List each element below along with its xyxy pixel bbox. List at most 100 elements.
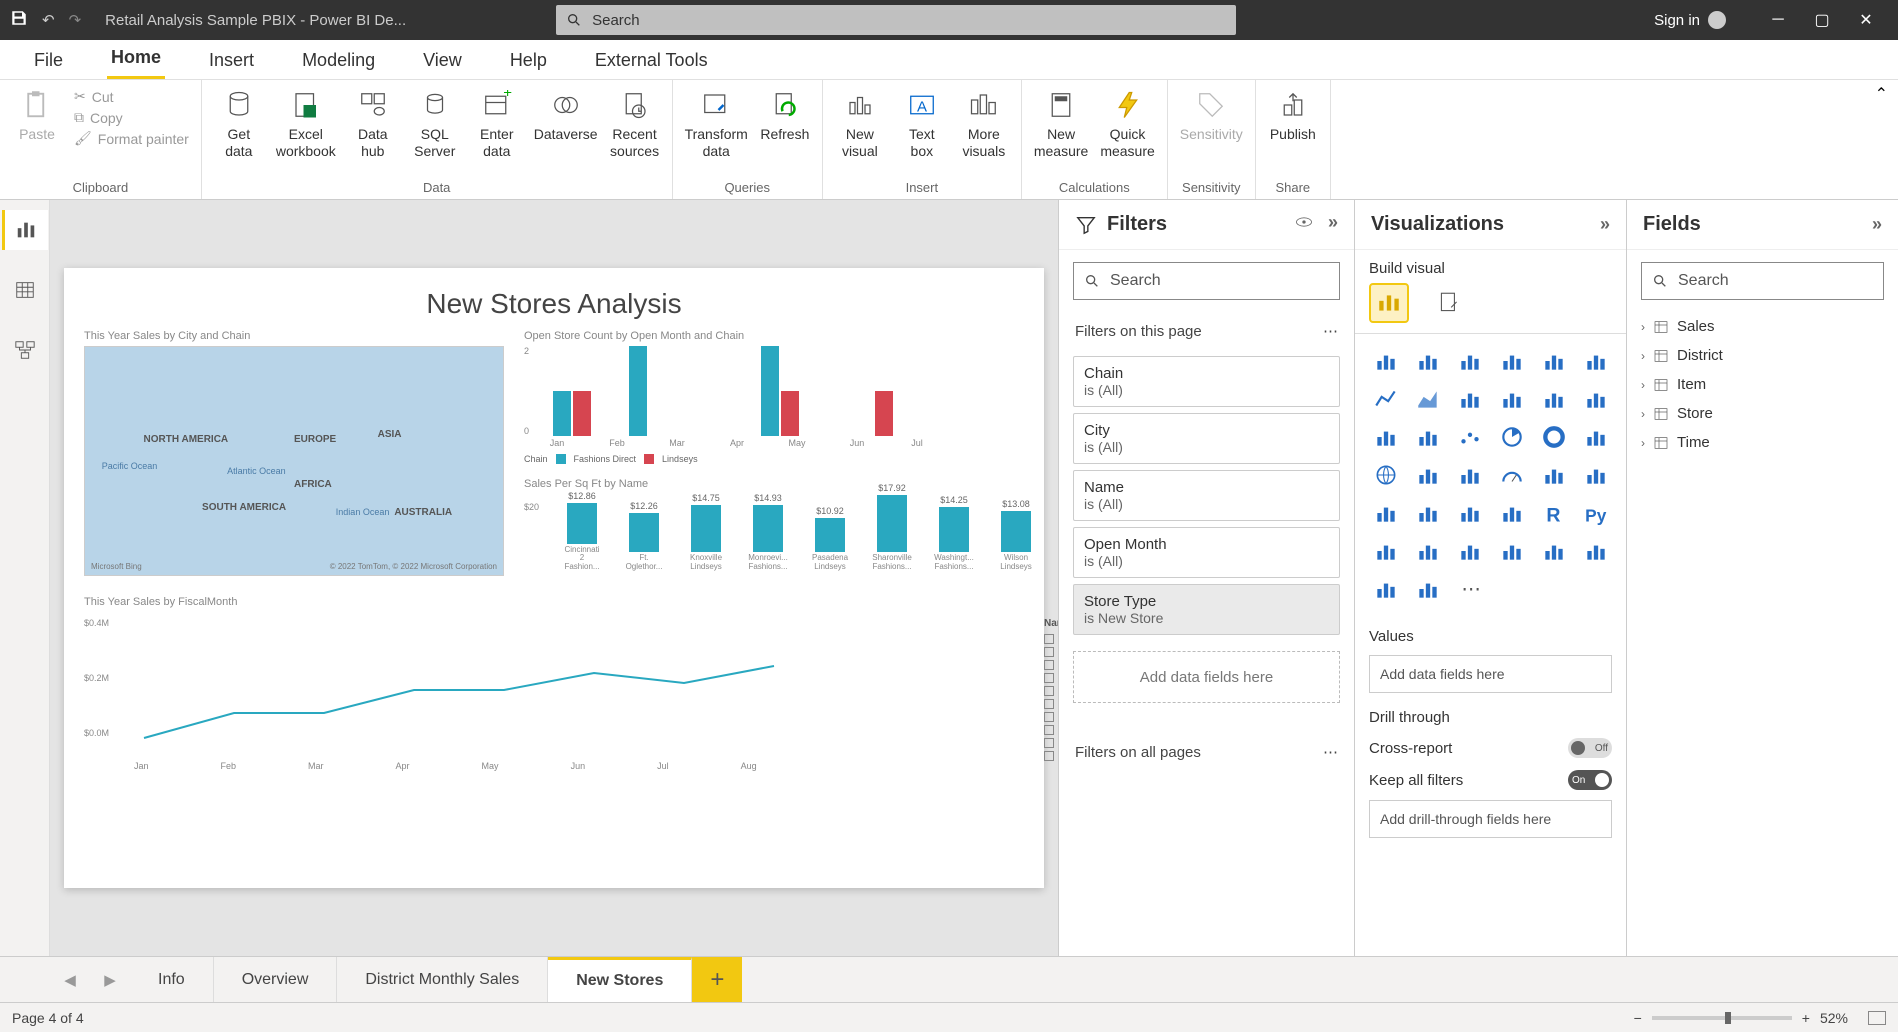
viz-type-gauge[interactable] — [1495, 460, 1529, 490]
format-painter-button[interactable]: 🖌Format painter — [74, 130, 189, 147]
publish-button[interactable]: Publish — [1268, 88, 1318, 143]
field-table-district[interactable]: ›District — [1627, 341, 1898, 370]
quick-measure-button[interactable]: Quick measure — [1100, 88, 1154, 160]
collapse-ribbon-button[interactable]: ⌃ — [1865, 80, 1898, 199]
viz-type-stacked-bar[interactable] — [1369, 346, 1403, 376]
viz-type-waterfall[interactable] — [1369, 422, 1403, 452]
page-tab-info[interactable]: Info — [130, 957, 214, 1002]
tab-modeling[interactable]: Modeling — [298, 44, 379, 79]
viz-type-card[interactable] — [1537, 460, 1571, 490]
refresh-button[interactable]: Refresh — [760, 88, 810, 143]
viz-type-matrix[interactable] — [1495, 498, 1529, 528]
viz-type-scatter[interactable] — [1453, 422, 1487, 452]
collapse-fields-icon[interactable]: » — [1872, 214, 1882, 235]
viz-type-kpi[interactable] — [1369, 498, 1403, 528]
cross-report-toggle[interactable]: Off — [1568, 738, 1612, 758]
cut-button[interactable]: ✂Cut — [74, 88, 189, 105]
next-page-button[interactable]: ▶ — [90, 957, 130, 1002]
viz-type-app-source[interactable] — [1411, 574, 1445, 604]
keep-filters-toggle[interactable]: On — [1568, 770, 1612, 790]
new-visual-button[interactable]: New visual — [835, 88, 885, 160]
maximize-button[interactable]: ▢ — [1800, 10, 1844, 30]
collapse-filters-icon[interactable]: » — [1328, 212, 1338, 237]
filter-card-name[interactable]: Nameis (All) — [1073, 470, 1340, 521]
dataverse-button[interactable]: Dataverse — [534, 88, 598, 143]
filter-card-store-type[interactable]: Store Typeis New Store — [1073, 584, 1340, 635]
text-box-button[interactable]: AText box — [897, 88, 947, 160]
viz-type-stacked-column[interactable] — [1453, 346, 1487, 376]
eye-icon[interactable] — [1294, 212, 1314, 237]
data-hub-button[interactable]: Data hub — [348, 88, 398, 160]
viz-type-ribbon[interactable] — [1579, 384, 1613, 414]
viz-type-azure-map[interactable] — [1453, 460, 1487, 490]
viz-type-python[interactable]: Py — [1579, 498, 1613, 528]
get-data-button[interactable]: Get data — [214, 88, 264, 160]
new-measure-button[interactable]: New measure — [1034, 88, 1088, 160]
filter-card-chain[interactable]: Chainis (All) — [1073, 356, 1340, 407]
fit-page-button[interactable] — [1868, 1011, 1886, 1025]
viz-type-map[interactable] — [1369, 460, 1403, 490]
values-dropzone[interactable]: Add data fields here — [1369, 655, 1612, 693]
zoom-slider[interactable] — [1652, 1016, 1792, 1020]
tab-home[interactable]: Home — [107, 41, 165, 79]
tab-file[interactable]: File — [30, 44, 67, 79]
report-canvas-area[interactable]: New Stores Analysis This Year Sales by C… — [50, 200, 1058, 956]
sensitivity-button[interactable]: Sensitivity — [1180, 88, 1243, 143]
viz-type-line-col[interactable] — [1495, 384, 1529, 414]
viz-type-narrative[interactable] — [1495, 536, 1529, 566]
fields-search[interactable]: Search — [1641, 262, 1884, 300]
viz-type-more[interactable]: ⋯ — [1453, 574, 1487, 604]
viz-type-r[interactable]: R — [1537, 498, 1571, 528]
format-mode-button[interactable] — [1429, 283, 1469, 323]
recent-sources-button[interactable]: Recent sources — [610, 88, 660, 160]
zoom-in-button[interactable]: + — [1802, 1010, 1810, 1026]
filter-card-open-month[interactable]: Open Monthis (All) — [1073, 527, 1340, 578]
page-tab-new-stores[interactable]: New Stores — [548, 957, 692, 1002]
data-view-button[interactable] — [2, 270, 48, 310]
viz-type-100-bar[interactable] — [1537, 346, 1571, 376]
add-page-button[interactable]: + — [692, 957, 742, 1002]
minimize-button[interactable]: ─ — [1756, 11, 1800, 29]
prev-page-button[interactable]: ◀ — [50, 957, 90, 1002]
viz-type-qa[interactable] — [1453, 536, 1487, 566]
more-visuals-button[interactable]: More visuals — [959, 88, 1009, 160]
viz-type-paginated[interactable] — [1537, 536, 1571, 566]
drill-dropzone[interactable]: Add drill-through fields here — [1369, 800, 1612, 838]
viz-type-clustered-bar[interactable] — [1411, 346, 1445, 376]
viz-type-100-column[interactable] — [1579, 346, 1613, 376]
viz-type-pie[interactable] — [1495, 422, 1529, 452]
transform-data-button[interactable]: Transform data — [685, 88, 748, 160]
excel-button[interactable]: Excel workbook — [276, 88, 336, 160]
model-view-button[interactable] — [2, 330, 48, 370]
collapse-viz-icon[interactable]: » — [1600, 214, 1610, 235]
viz-type-multi-card[interactable] — [1579, 460, 1613, 490]
redo-icon[interactable]: ↷ — [69, 11, 82, 29]
viz-type-funnel[interactable] — [1411, 422, 1445, 452]
field-table-sales[interactable]: ›Sales — [1627, 312, 1898, 341]
filters-search[interactable]: Search — [1073, 262, 1340, 300]
field-table-time[interactable]: ›Time — [1627, 428, 1898, 457]
page-tab-district[interactable]: District Monthly Sales — [337, 957, 548, 1002]
enter-data-button[interactable]: +Enter data — [472, 88, 522, 160]
build-mode-button[interactable] — [1369, 283, 1409, 323]
tab-help[interactable]: Help — [506, 44, 551, 79]
tab-view[interactable]: View — [419, 44, 466, 79]
viz-type-filled-map[interactable] — [1411, 460, 1445, 490]
page-tab-overview[interactable]: Overview — [214, 957, 338, 1002]
field-table-item[interactable]: ›Item — [1627, 370, 1898, 399]
viz-type-key-infl[interactable] — [1369, 536, 1403, 566]
filter-card-city[interactable]: Cityis (All) — [1073, 413, 1340, 464]
more-icon[interactable]: ⋯ — [1323, 743, 1338, 761]
tab-insert[interactable]: Insert — [205, 44, 258, 79]
close-button[interactable]: ✕ — [1844, 10, 1888, 30]
signin-button[interactable]: Sign in — [1654, 11, 1726, 29]
viz-type-decomp[interactable] — [1411, 536, 1445, 566]
viz-type-table[interactable] — [1453, 498, 1487, 528]
zoom-out-button[interactable]: − — [1634, 1010, 1642, 1026]
tab-external-tools[interactable]: External Tools — [591, 44, 712, 79]
viz-type-treemap[interactable] — [1579, 422, 1613, 452]
filters-dropzone[interactable]: Add data fields here — [1073, 651, 1340, 703]
more-icon[interactable]: ⋯ — [1323, 322, 1338, 340]
viz-type-area[interactable] — [1411, 384, 1445, 414]
viz-type-power-automate[interactable] — [1369, 574, 1403, 604]
